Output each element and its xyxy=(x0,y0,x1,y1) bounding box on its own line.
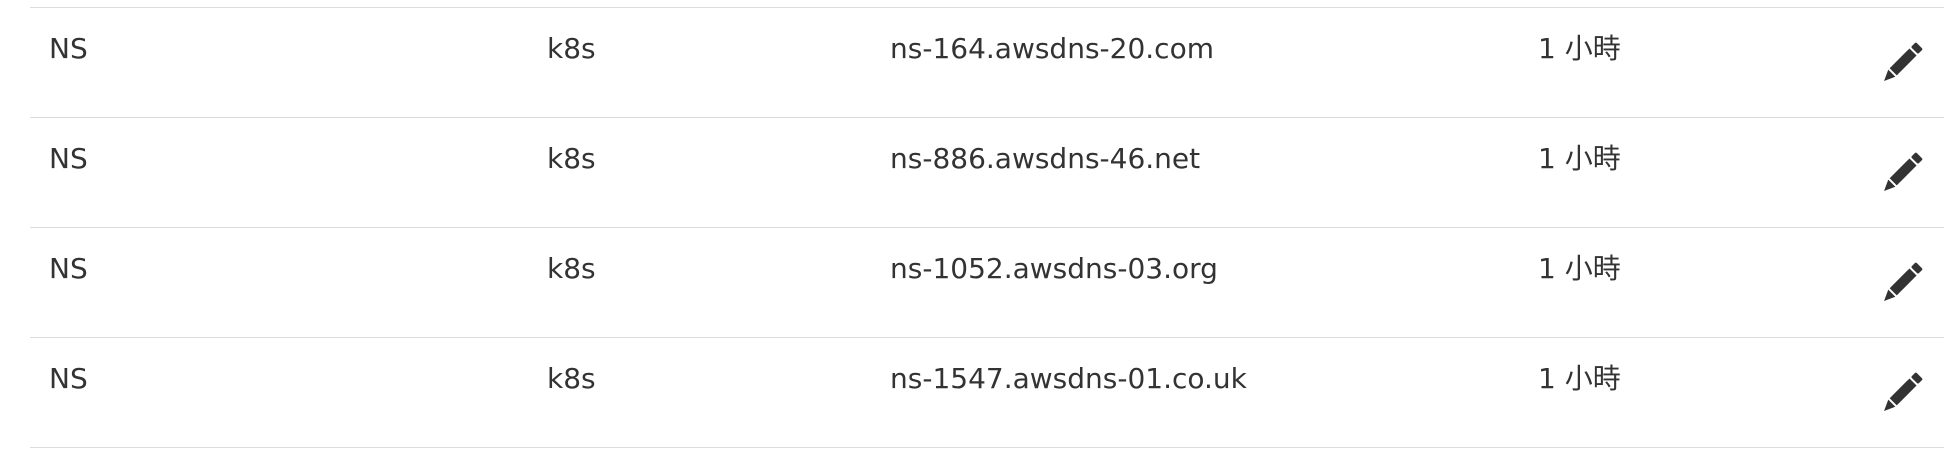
record-ttl: 1 小時 xyxy=(1538,362,1621,395)
table-row: NS k8s ns-1547.awsdns-01.co.uk 1 小時 xyxy=(30,338,1944,448)
dns-records-table: NS k8s ns-164.awsdns-20.com 1 小時 NS k8s … xyxy=(30,7,1944,448)
record-ttl: 1 小時 xyxy=(1538,142,1621,175)
pencil-icon xyxy=(1884,262,1923,301)
pencil-icon xyxy=(1884,372,1923,411)
record-ttl: 1 小時 xyxy=(1538,32,1621,65)
record-value: ns-1547.awsdns-01.co.uk xyxy=(890,362,1247,395)
edit-record-button[interactable] xyxy=(1873,36,1929,92)
record-type: NS xyxy=(49,252,88,285)
table-row: NS k8s ns-164.awsdns-20.com 1 小時 xyxy=(30,8,1944,118)
edit-record-button[interactable] xyxy=(1873,256,1929,312)
table-row: NS k8s ns-886.awsdns-46.net 1 小時 xyxy=(30,118,1944,228)
record-type: NS xyxy=(49,32,88,65)
record-name: k8s xyxy=(547,32,596,65)
edit-record-button[interactable] xyxy=(1873,146,1929,202)
record-ttl: 1 小時 xyxy=(1538,252,1621,285)
record-type: NS xyxy=(49,142,88,175)
record-value: ns-886.awsdns-46.net xyxy=(890,142,1201,175)
edit-record-button[interactable] xyxy=(1873,366,1929,422)
record-name: k8s xyxy=(547,142,596,175)
record-value: ns-164.awsdns-20.com xyxy=(890,32,1214,65)
table-row: NS k8s ns-1052.awsdns-03.org 1 小時 xyxy=(30,228,1944,338)
pencil-icon xyxy=(1884,152,1923,191)
record-name: k8s xyxy=(547,362,596,395)
record-value: ns-1052.awsdns-03.org xyxy=(890,252,1218,285)
record-name: k8s xyxy=(547,252,596,285)
pencil-icon xyxy=(1884,42,1923,81)
record-type: NS xyxy=(49,362,88,395)
